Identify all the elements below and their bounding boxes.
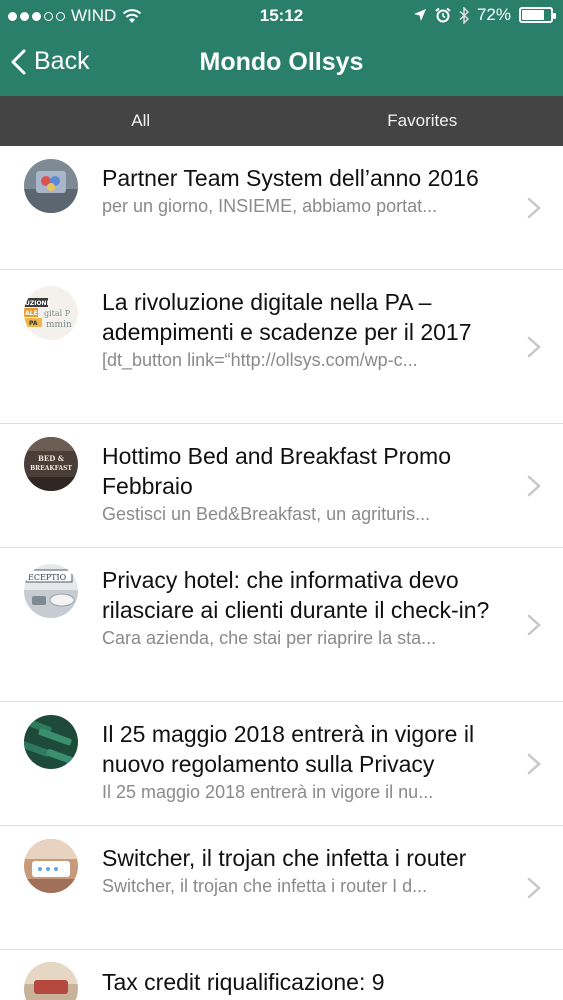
article-snippet: [dt_button link=“http://ollsys.com/wp-c.… — [102, 350, 418, 370]
tab-all[interactable]: All — [0, 96, 282, 146]
thumb-text: BED & — [38, 454, 65, 463]
list-item[interactable]: Partner Team System dell’anno 2016 per u… — [0, 146, 563, 270]
article-thumbnail — [24, 715, 78, 769]
article-title: Privacy hotel: che informativa devo rila… — [102, 567, 490, 623]
chevron-right-icon — [527, 197, 541, 219]
list-item[interactable]: Tax credit riqualificazione: 9 — [0, 950, 563, 1000]
chevron-right-icon — [527, 475, 541, 497]
article-thumbnail — [24, 839, 78, 893]
alarm-icon — [435, 7, 451, 23]
thumb-text: ALE — [25, 310, 38, 317]
article-snippet: Switcher, il trojan che infetta i router… — [102, 876, 428, 896]
list-item[interactable]: Switcher, il trojan che infetta i router… — [0, 826, 563, 950]
chevron-left-icon — [11, 49, 26, 74]
battery-percent: 72% — [476, 5, 511, 24]
bluetooth-icon — [459, 6, 469, 24]
thumb-text: UZIONE — [25, 300, 51, 307]
list-item[interactable]: UZIONE ALE gital P PA mmin La rivoluzion… — [0, 270, 563, 424]
article-snippet: Cara azienda, che stai per riaprire la s… — [102, 628, 437, 648]
article-snippet: Il 25 maggio 2018 entrerà in vigore il n… — [102, 782, 434, 802]
article-snippet: per un giorno, INSIEME, abbiamo portat..… — [102, 196, 438, 216]
article-title: Switcher, il trojan che infetta i router — [102, 845, 467, 871]
article-title: Partner Team System dell’anno 2016 — [102, 165, 479, 191]
location-arrow-icon — [413, 9, 426, 21]
navigation-bar: Back Mondo Ollsys — [0, 33, 563, 96]
status-bar: WIND 15:12 72% — [0, 0, 563, 33]
thumb-text: ECEPTIO — [28, 573, 67, 582]
back-button[interactable]: Back — [10, 47, 90, 76]
article-snippet: Gestisci un Bed&Breakfast, un agrituris.… — [102, 504, 431, 524]
article-thumbnail: UZIONE ALE gital P PA mmin — [24, 286, 78, 340]
article-title: Il 25 maggio 2018 entrerà in vigore il n… — [102, 721, 475, 777]
article-title: Tax credit riqualificazione: 9 — [102, 969, 385, 995]
chevron-right-icon — [527, 877, 541, 899]
chevron-right-icon — [527, 753, 541, 775]
article-list: Partner Team System dell’anno 2016 per u… — [0, 146, 563, 1000]
tab-bar: All Favorites — [0, 96, 563, 146]
header-bar: WIND 15:12 72% Back Mondo Ollsys — [0, 0, 563, 96]
back-label: Back — [34, 47, 90, 75]
thumb-text: PA — [29, 320, 38, 327]
chevron-right-icon — [527, 336, 541, 358]
article-thumbnail: ECEPTIO — [24, 564, 78, 618]
article-thumbnail — [24, 159, 78, 213]
article-title: Hottimo Bed and Breakfast Promo Febbraio — [102, 443, 451, 499]
list-item[interactable]: BED & BREAKFAST Hottimo Bed and Breakfas… — [0, 424, 563, 548]
battery-icon — [519, 7, 556, 23]
article-thumbnail: BED & BREAKFAST — [24, 437, 78, 491]
thumb-text: gital P — [44, 309, 71, 318]
thumb-text: mmin — [46, 320, 72, 330]
article-title: La rivoluzione digitale nella PA – ademp… — [102, 289, 472, 345]
article-thumbnail — [24, 962, 78, 1000]
list-item[interactable]: Il 25 maggio 2018 entrerà in vigore il n… — [0, 702, 563, 826]
status-right: 72% — [413, 5, 556, 25]
thumb-text: BREAKFAST — [30, 465, 72, 472]
list-item[interactable]: ECEPTIO Privacy hotel: che informativa d… — [0, 548, 563, 702]
chevron-right-icon — [527, 614, 541, 636]
tab-favorites[interactable]: Favorites — [282, 96, 563, 146]
